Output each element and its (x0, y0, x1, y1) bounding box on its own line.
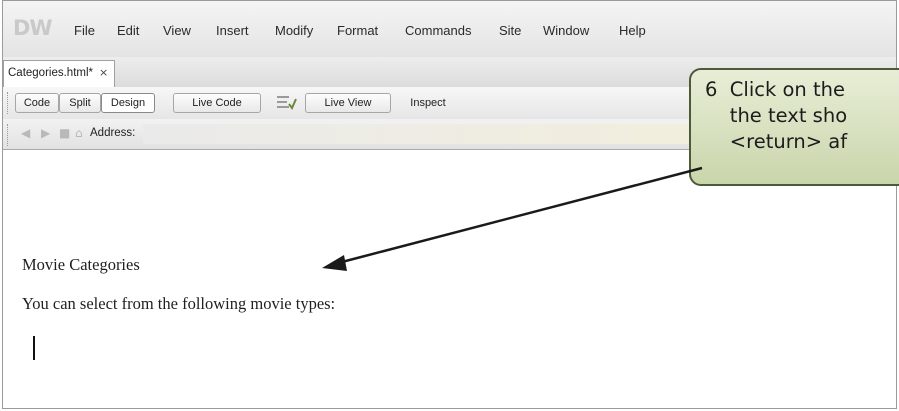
code-view-button[interactable]: Code (15, 93, 59, 113)
forward-arrow-icon[interactable]: ▶ (41, 126, 50, 140)
validate-markup-icon[interactable] (275, 93, 297, 113)
menu-edit[interactable]: Edit (117, 23, 139, 38)
menu-modify[interactable]: Modify (275, 23, 313, 38)
menu-commands[interactable]: Commands (405, 23, 471, 38)
live-view-button[interactable]: Live View (305, 93, 391, 113)
design-view[interactable] (3, 150, 896, 408)
menu-format[interactable]: Format (337, 23, 378, 38)
text-cursor (33, 336, 35, 360)
live-code-button[interactable]: Live Code (173, 93, 261, 113)
menu-view[interactable]: View (163, 23, 191, 38)
menu-window[interactable]: Window (543, 23, 589, 38)
toolbar-grip (7, 92, 11, 114)
back-arrow-icon[interactable]: ◀ (21, 126, 30, 140)
menu-insert[interactable]: Insert (216, 23, 249, 38)
menu-file[interactable]: File (74, 23, 95, 38)
tab-label: Categories.html* (8, 67, 94, 79)
address-input[interactable] (143, 124, 703, 144)
heading-movie-categories: Movie Categories (22, 255, 140, 274)
callout-line-1: 6 Click on the (705, 78, 845, 101)
menu-site[interactable]: Site (499, 23, 521, 38)
design-view-button[interactable]: Design (101, 93, 155, 113)
address-grip (7, 124, 11, 146)
home-icon[interactable]: ⌂ (75, 126, 83, 140)
inspect-button[interactable]: Inspect (395, 93, 461, 113)
address-label: Address: (90, 127, 136, 139)
dreamweaver-logo-icon: DW (13, 16, 53, 40)
callout-line-2: the text sho (705, 104, 848, 127)
menu-help[interactable]: Help (619, 23, 646, 38)
stop-icon[interactable]: ■ (59, 126, 70, 140)
split-view-button[interactable]: Split (59, 93, 101, 113)
menu-bar: DW File Edit View Insert Modify Format C… (3, 1, 896, 58)
instruction-callout: 6 Click on the the text sho <return> af (689, 68, 899, 186)
paragraph-select-movie-types: You can select from the following movie … (22, 294, 336, 313)
close-tab-icon[interactable]: × (99, 66, 108, 79)
callout-line-3: <return> af (705, 130, 848, 153)
tab-categories-html[interactable]: Categories.html* × (3, 60, 115, 87)
dreamweaver-window: DW File Edit View Insert Modify Format C… (2, 0, 897, 409)
callout-text: 6 Click on the the text sho <return> af (705, 77, 899, 155)
